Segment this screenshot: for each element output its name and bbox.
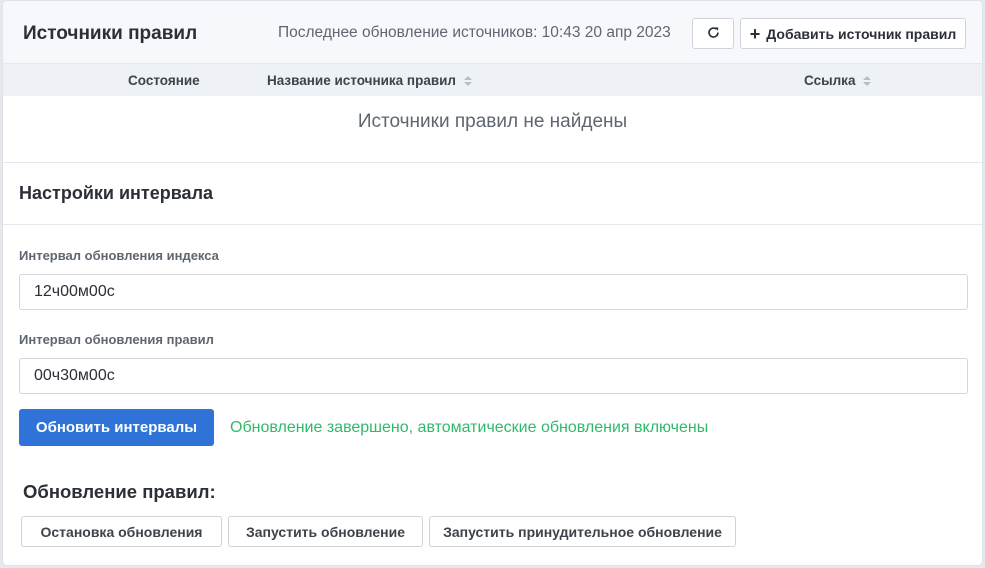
- divider: [3, 162, 982, 163]
- update-intervals-button[interactable]: Обновить интервалы: [19, 409, 214, 446]
- sort-icon: [464, 75, 473, 86]
- card-header: Источники правил Последнее обновление ис…: [3, 1, 982, 64]
- column-link-label: Ссылка: [804, 73, 856, 88]
- rule-sources-card: Источники правил Последнее обновление ис…: [2, 0, 983, 566]
- empty-table-message: Источники правил не найдены: [357, 111, 628, 132]
- rules-update-title: Обновление правил:: [23, 481, 216, 502]
- index-interval-input[interactable]: [19, 274, 968, 310]
- plus-icon: +: [749, 23, 761, 44]
- table-header: Состояние Название источника правил Ссыл…: [3, 64, 982, 96]
- add-rule-source-button[interactable]: + Добавить источник правил: [740, 18, 966, 49]
- page-title: Источники правил: [23, 23, 198, 44]
- column-link[interactable]: Ссылка: [804, 73, 872, 88]
- column-name[interactable]: Название источника правил: [267, 73, 473, 88]
- divider: [3, 224, 982, 225]
- column-status[interactable]: Состояние: [128, 73, 200, 88]
- start-update-button[interactable]: Запустить обновление: [228, 516, 423, 547]
- interval-settings-title: Настройки интервала: [19, 183, 214, 203]
- force-update-button[interactable]: Запустить принудительное обновление: [429, 516, 736, 547]
- index-interval-label: Интервал обновления индекса: [19, 248, 219, 263]
- add-rule-source-label: Добавить источник правил: [766, 25, 957, 42]
- column-status-label: Состояние: [128, 73, 200, 88]
- rules-interval-label: Интервал обновления правил: [19, 332, 214, 347]
- update-status-message: Обновление завершено, автоматические обн…: [230, 419, 709, 436]
- refresh-button[interactable]: [692, 18, 734, 49]
- last-update-text: Последнее обновление источников: 10:43 2…: [278, 24, 671, 41]
- rules-interval-input[interactable]: [19, 358, 968, 394]
- column-name-label: Название источника правил: [267, 73, 457, 88]
- refresh-icon: [707, 26, 720, 42]
- stop-update-button[interactable]: Остановка обновления: [21, 516, 222, 547]
- sort-icon: [863, 75, 872, 86]
